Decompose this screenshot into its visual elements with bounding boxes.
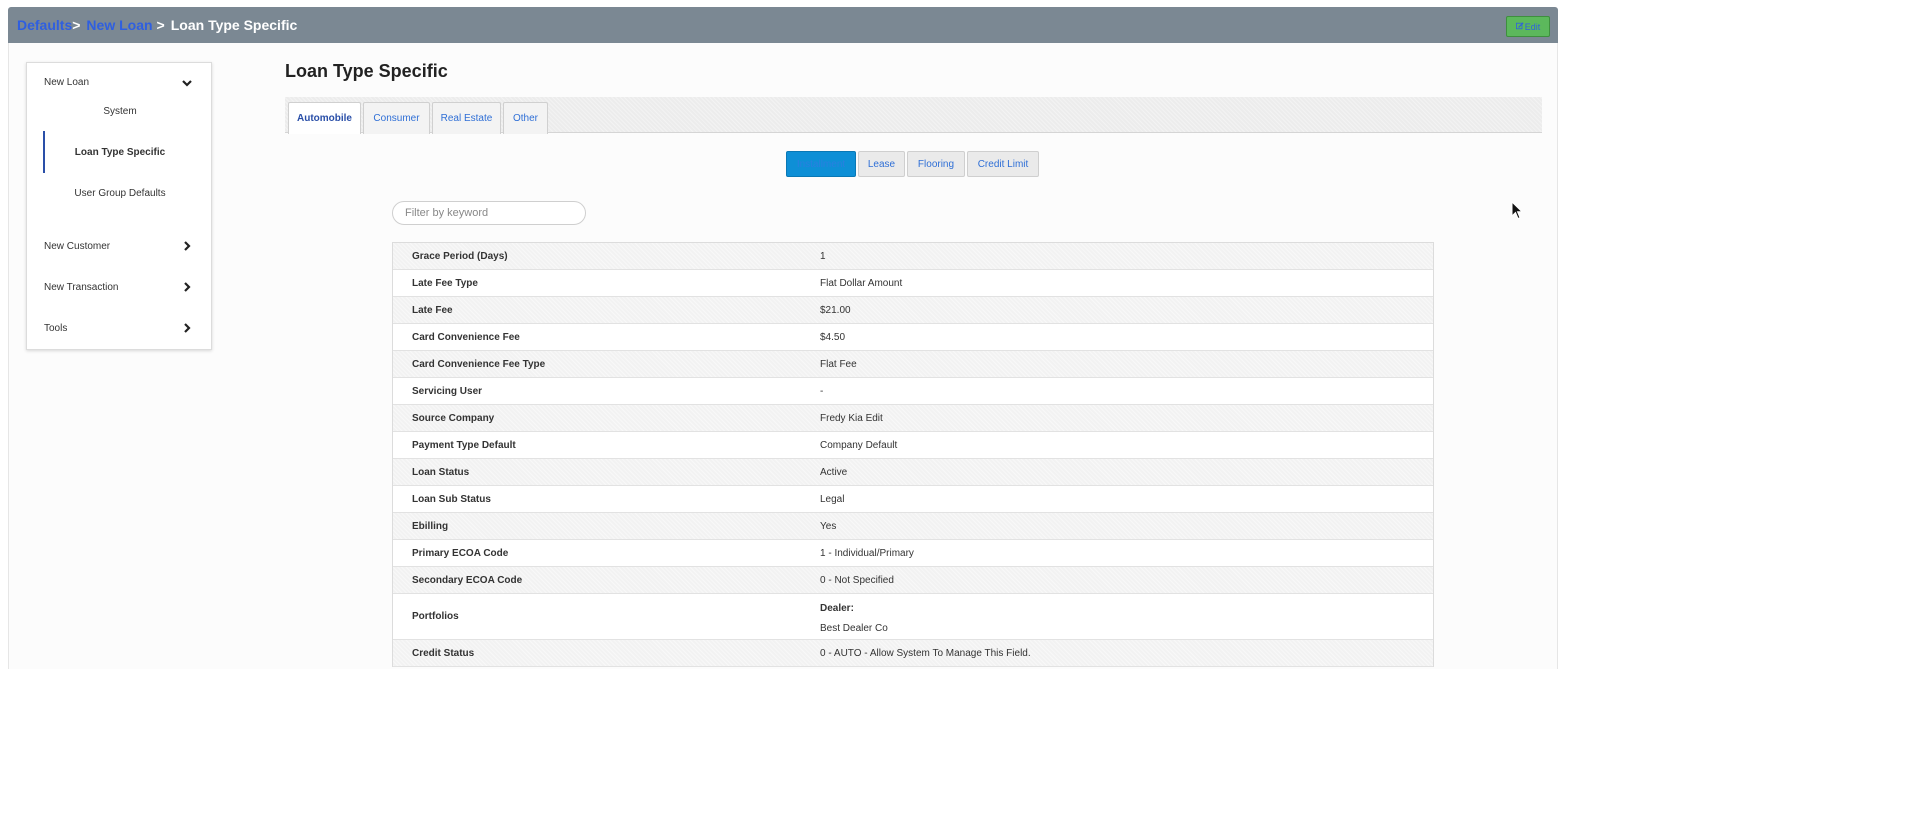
subtab-installment[interactable]: Installment: [786, 151, 856, 177]
sidebar-subitem-system[interactable]: System: [27, 106, 213, 117]
row-value: Company Default: [820, 439, 898, 451]
row-value: Yes: [820, 520, 837, 532]
row-value: Legal: [820, 493, 845, 505]
row-label: Card Convenience Fee: [412, 331, 520, 343]
breadcrumb-separator: >: [72, 17, 81, 33]
row-label: Late Fee: [412, 304, 453, 316]
table-row: Late Fee Type Flat Dollar Amount: [393, 270, 1433, 297]
loan-type-tabs: Automobile Consumer Real Estate Other: [285, 97, 1542, 134]
chevron-right-icon[interactable]: [181, 322, 193, 334]
table-row: Late Fee $21.00: [393, 297, 1433, 324]
row-label: Portfolios: [412, 611, 459, 622]
table-row: Ebilling Yes: [393, 513, 1433, 540]
row-value: Active: [820, 466, 848, 478]
tab-other[interactable]: Other: [503, 102, 548, 134]
table-row: Portfolios Dealer: Best Dealer Co: [393, 594, 1433, 640]
sidebar-subitem-loan-type-specific[interactable]: Loan Type Specific: [27, 147, 213, 158]
row-value: $21.00: [820, 304, 851, 316]
top-bar: Defaults> New Loan > Loan Type Specific Edi…: [8, 7, 1558, 43]
table-row: Loan Status Active: [393, 459, 1433, 486]
row-value: 1: [820, 250, 826, 262]
row-value: $4.50: [820, 331, 846, 343]
row-value: 0 - Not Specified: [820, 574, 894, 586]
row-label: Loan Sub Status: [412, 493, 491, 505]
row-label: Loan Status: [412, 466, 470, 478]
mouse-cursor-icon: [1511, 201, 1523, 220]
row-label: Late Fee Type: [412, 277, 478, 289]
table-row: Card Convenience Fee Type Flat Fee: [393, 351, 1433, 378]
portfolio-value: Best Dealer Co: [820, 623, 888, 634]
tab-automobile[interactable]: Automobile: [288, 102, 361, 134]
table-row: Credit Status 0 - AUTO - Allow System To…: [393, 640, 1433, 667]
sidebar-item-new-customer[interactable]: New Customer: [44, 241, 110, 252]
row-label: Payment Type Default: [412, 439, 516, 451]
edit-button[interactable]: Edit: [1506, 16, 1550, 37]
table-row: Payment Type Default Company Default: [393, 432, 1433, 459]
row-value: 0 - AUTO - Allow System To Manage This F…: [820, 647, 1031, 659]
sidebar-item-new-transaction[interactable]: New Transaction: [44, 282, 118, 293]
row-label: Grace Period (Days): [412, 250, 508, 262]
row-value: Flat Dollar Amount: [820, 277, 903, 289]
table-row: Secondary ECOA Code 0 - Not Specified: [393, 567, 1433, 594]
chevron-right-icon[interactable]: [181, 240, 193, 252]
settings-table: Grace Period (Days) 1 Late Fee Type Flat…: [392, 242, 1434, 667]
tab-consumer[interactable]: Consumer: [363, 102, 430, 134]
sidebar-item-new-loan[interactable]: New Loan: [44, 77, 89, 88]
subtab-credit-limit[interactable]: Credit Limit: [967, 151, 1039, 177]
sidebar-subitem-user-group-defaults[interactable]: User Group Defaults: [27, 188, 213, 199]
row-label: Ebilling: [412, 520, 449, 532]
table-row: Primary ECOA Code 1 - Individual/Primary: [393, 540, 1433, 567]
row-value: 1 - Individual/Primary: [820, 547, 914, 559]
sidebar-item-tools[interactable]: Tools: [44, 323, 67, 334]
breadcrumb-new-loan[interactable]: New Loan: [86, 17, 152, 33]
table-row: Servicing User -: [393, 378, 1433, 405]
row-label: Source Company: [412, 412, 495, 424]
breadcrumb-defaults[interactable]: Defaults: [17, 17, 72, 33]
breadcrumb-separator: >: [156, 17, 165, 33]
breadcrumb-current: Loan Type Specific: [170, 17, 298, 33]
subtab-lease[interactable]: Lease: [858, 151, 905, 177]
row-label: Servicing User: [412, 385, 483, 397]
table-row: Grace Period (Days) 1: [393, 243, 1433, 270]
edit-icon: [1515, 21, 1524, 32]
portfolio-heading: Dealer:: [820, 603, 854, 614]
sidebar: New Loan System Loan Type Specific User …: [26, 62, 212, 350]
subtab-flooring[interactable]: Flooring: [907, 151, 965, 177]
row-value: -: [820, 385, 824, 397]
page-title: Loan Type Specific: [285, 61, 448, 81]
table-row: Source Company Fredy Kia Edit: [393, 405, 1433, 432]
row-value: Fredy Kia Edit: [820, 412, 883, 424]
row-value: Flat Fee: [820, 358, 857, 370]
chevron-right-icon[interactable]: [181, 281, 193, 293]
table-row: Loan Sub Status Legal: [393, 486, 1433, 513]
tab-real-estate[interactable]: Real Estate: [432, 102, 501, 134]
row-label: Card Convenience Fee Type: [412, 358, 546, 370]
row-label: Credit Status: [412, 647, 475, 659]
breadcrumb: Defaults> New Loan > Loan Type Specific: [17, 17, 297, 33]
filter-keyword-input[interactable]: [392, 201, 586, 225]
row-value: Dealer: Best Dealer Co: [820, 599, 888, 639]
table-row: Card Convenience Fee $4.50: [393, 324, 1433, 351]
row-label: Secondary ECOA Code: [412, 574, 523, 586]
edit-button-label: Edit: [1524, 21, 1541, 32]
row-label: Primary ECOA Code: [412, 547, 509, 559]
chevron-down-icon[interactable]: [181, 77, 193, 89]
